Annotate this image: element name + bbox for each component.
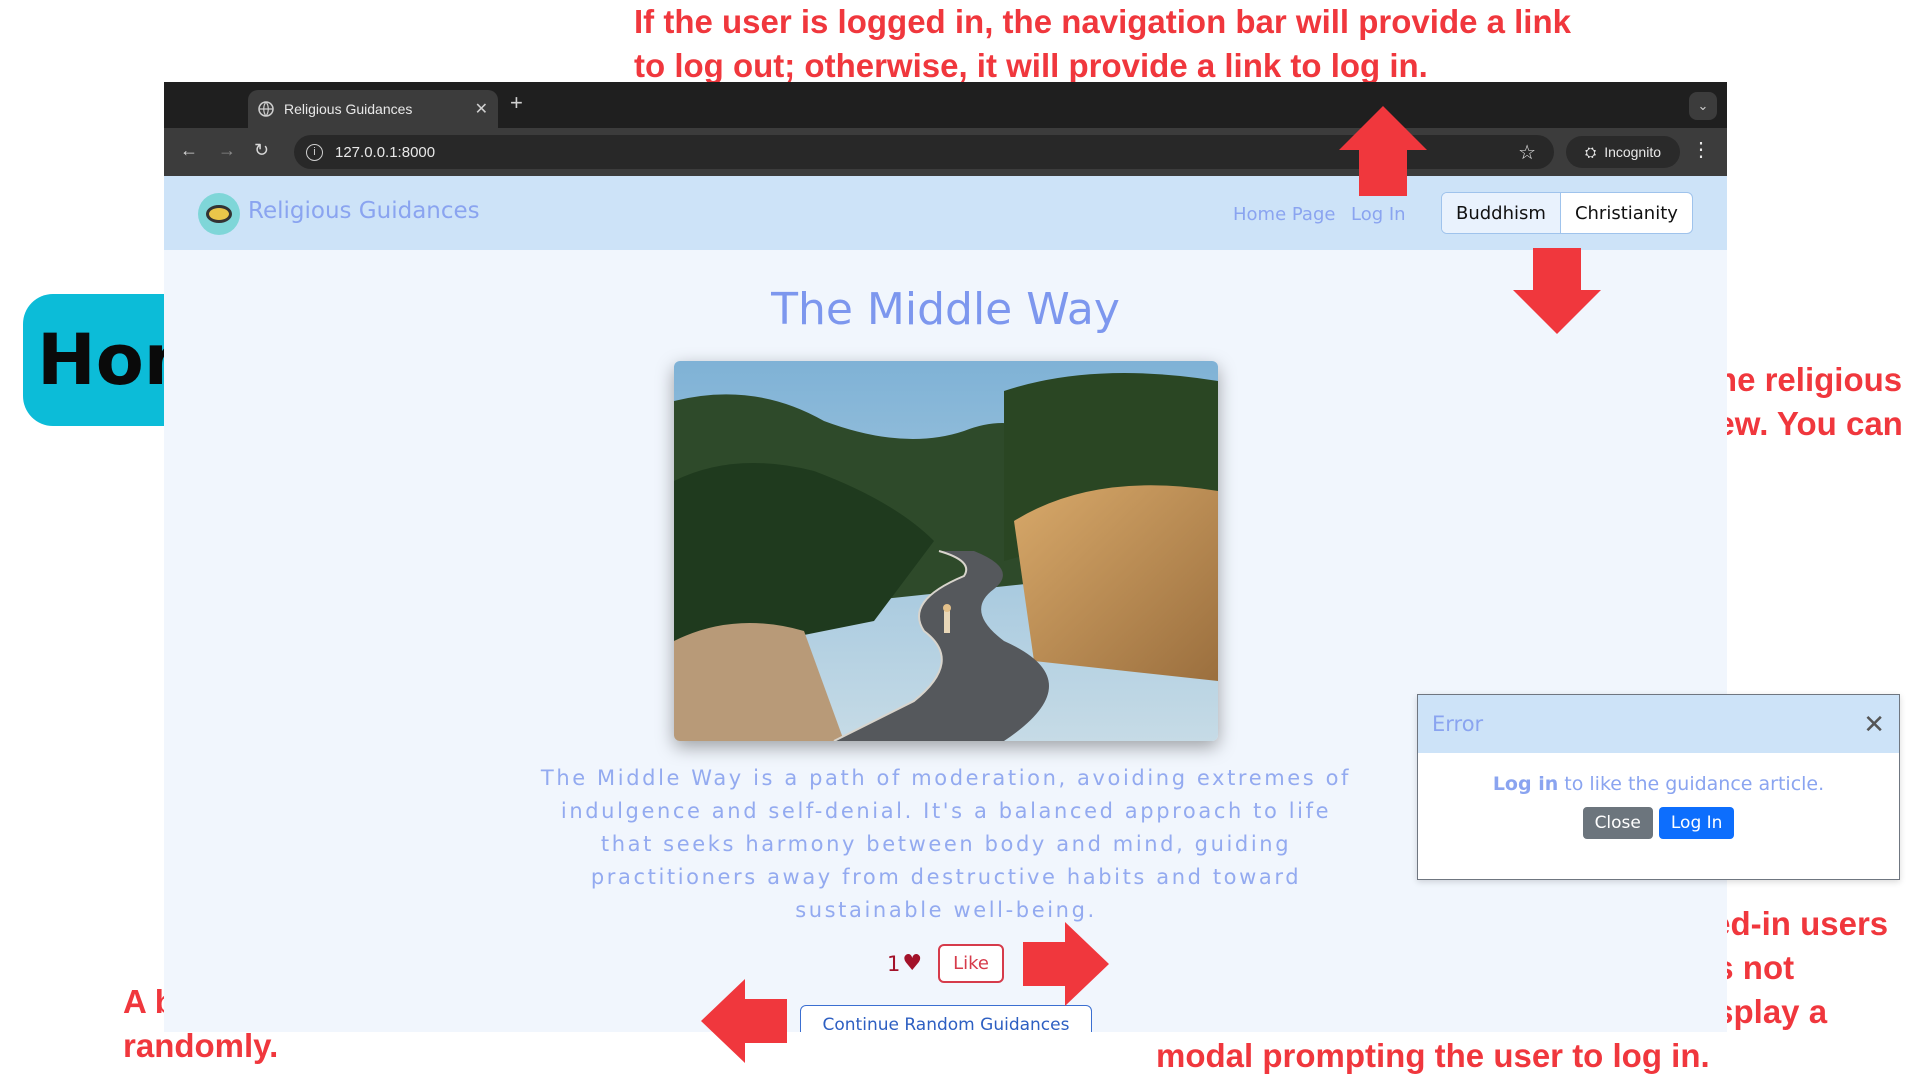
close-icon[interactable]: ✕ [475,99,488,119]
heart-icon: ♥ [902,951,923,976]
continue-random-button[interactable]: Continue Random Guidances [800,1005,1092,1032]
site-logo-icon[interactable] [198,193,240,235]
nav-login-link[interactable]: Log In [1351,204,1406,225]
modal-message: to like the guidance article. [1558,773,1825,795]
arrow-left-icon [701,979,787,1063]
login-required-modal: Error ✕ Log in to like the guidance arti… [1417,694,1900,880]
arrow-down-icon [1513,248,1601,334]
plus-icon[interactable]: + [510,90,523,116]
modal-actions: Close Log In [1418,807,1899,839]
incognito-label: Incognito [1604,144,1662,160]
kebab-icon[interactable]: ⋮ [1691,140,1711,160]
browser-tab[interactable]: Religious Guidances ✕ [248,90,498,128]
reload-icon[interactable]: ↻ [254,140,269,161]
browser-toolbar: ← → ↻ i 127.0.0.1:8000 ☆ ⛭ Incognito ⋮ [164,128,1727,176]
modal-login-link[interactable]: Log in [1493,773,1558,795]
back-icon[interactable]: ← [180,140,198,161]
annotation-navbar-login: If the user is logged in, the navigation… [634,3,1571,84]
forward-icon[interactable]: → [218,140,236,161]
religion-christianity-button[interactable]: Christianity [1561,193,1692,233]
incognito-badge[interactable]: ⛭ Incognito [1566,136,1680,168]
tab-title: Religious Guidances [284,101,413,117]
arrow-up-icon [1339,106,1427,196]
globe-icon [258,101,274,117]
like-button[interactable]: Like [938,944,1004,983]
guidance-image [674,361,1218,741]
modal-title: Error [1432,712,1484,736]
like-row: 1 ♥ Like [164,944,1727,983]
incognito-icon: ⛭ [1584,143,1597,160]
like-count-value: 1 [887,951,901,976]
religion-buddhism-button[interactable]: Buddhism [1442,193,1561,233]
site-navbar: Religious Guidances Home Page Log In Bud… [164,176,1727,250]
info-icon[interactable]: i [306,143,323,161]
arrow-right-icon [1023,922,1109,1006]
tab-strip: Religious Guidances ✕ + ⌄ [164,82,1727,128]
like-count: 1 ♥ [887,951,922,976]
modal-header: Error ✕ [1418,695,1899,753]
close-icon[interactable]: ✕ [1863,711,1885,737]
religion-button-group: Buddhism Christianity [1441,192,1693,234]
nav-home-link[interactable]: Home Page [1233,204,1335,225]
site-brand[interactable]: Religious Guidances [248,198,480,224]
modal-close-button[interactable]: Close [1582,807,1653,839]
modal-login-button[interactable]: Log In [1658,807,1735,839]
star-icon[interactable]: ☆ [1518,140,1536,165]
browser-window: Religious Guidances ✕ + ⌄ ← → ↻ i 127.0.… [164,82,1727,1032]
guidance-description: The Middle Way is a path of moderation, … [540,766,1352,922]
chevron-down-icon[interactable]: ⌄ [1689,92,1717,120]
page-title: The Middle Way [771,284,1120,335]
modal-body: Log in to like the guidance article. Clo… [1418,753,1899,839]
